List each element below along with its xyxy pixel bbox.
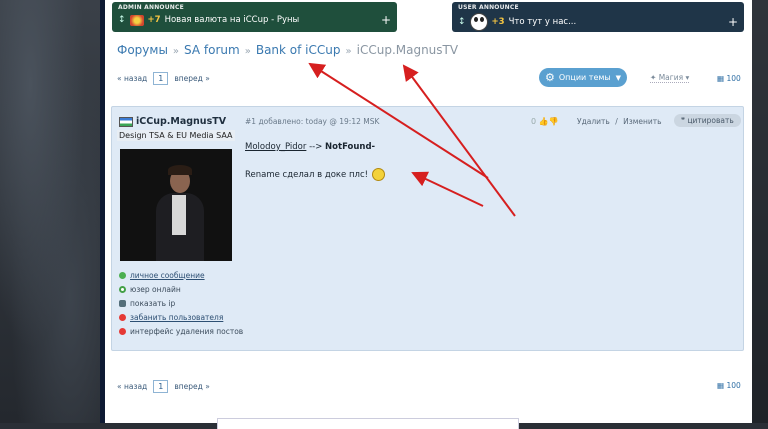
arrow-to-topic — [402, 64, 516, 217]
arrow-to-message — [411, 171, 484, 207]
arrow-to-bank — [308, 62, 489, 179]
annotation-arrows — [308, 62, 516, 217]
